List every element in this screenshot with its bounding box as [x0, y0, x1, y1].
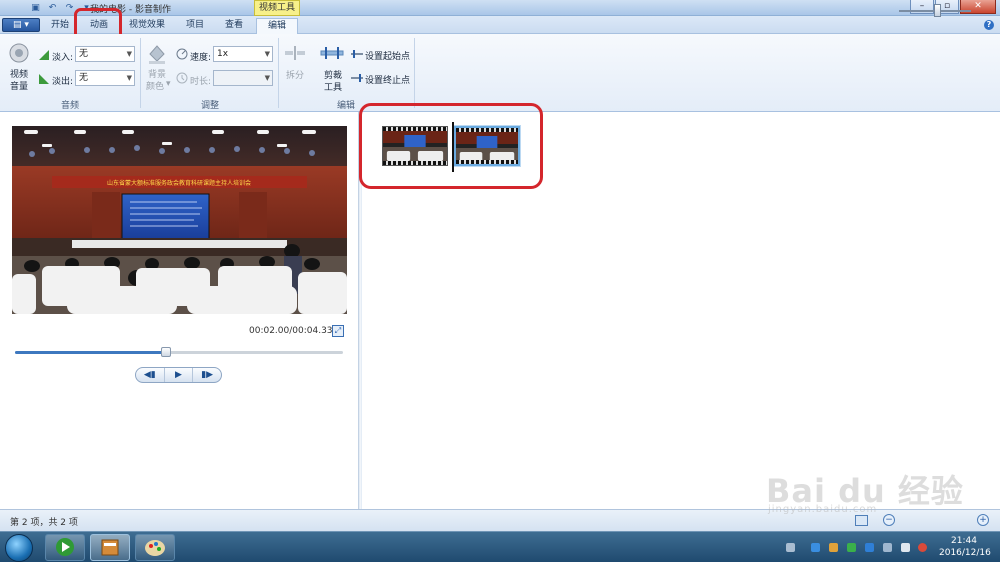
media-player-icon [56, 538, 74, 556]
banner-text: 山东省蒙大额标准服务政会教育科研课题主持人培训会 [107, 179, 251, 187]
fade-out-value: 无 [79, 73, 89, 83]
trim-tool-label-2[interactable]: 工具 [324, 80, 342, 93]
seek-progress [15, 351, 166, 354]
duration-label: 时长: [190, 77, 212, 87]
group-separator [140, 38, 141, 108]
undo-icon[interactable]: ↶ [47, 3, 58, 14]
fullscreen-icon[interactable]: ⤢ [332, 325, 344, 337]
tab-view[interactable]: 查看 [216, 18, 252, 34]
save-icon[interactable]: ▣ [30, 3, 41, 14]
paint-icon [145, 540, 165, 556]
tab-project[interactable]: 项目 [176, 18, 214, 34]
ribbon-tab-row: ▤ ▾ 开始 动画 视觉效果 项目 查看 编辑 ? [0, 16, 1000, 35]
clock-time: 21:44 [951, 536, 977, 546]
set-end-point-button[interactable]: 设置终止点 [365, 73, 410, 86]
taskbar: 21:44 2016/12/16 [0, 531, 1000, 562]
speed-select[interactable]: 1x ▼ [213, 46, 273, 62]
speed-icon [176, 48, 188, 60]
time-display: 00:02.00/00:04.33 [249, 326, 333, 336]
fade-in-value: 无 [79, 49, 89, 59]
bg-color-label-2[interactable]: 颜色 [146, 79, 164, 92]
play-button[interactable]: ▶ [165, 368, 194, 382]
chevron-down-icon: ▼ [126, 74, 132, 82]
chevron-down-icon: ▼ [126, 50, 132, 58]
chevron-down-icon: ▼ [264, 50, 270, 58]
duration-select[interactable]: ▼ [213, 70, 273, 86]
set-start-point-button[interactable]: 设置起始点 [365, 49, 410, 62]
fade-in-select[interactable]: 无 ▼ [75, 46, 135, 62]
split-icon [285, 46, 305, 60]
previous-frame-button[interactable]: ◀▮ [136, 368, 165, 382]
video-preview[interactable]: 山东省蒙大额标准服务政会教育科研课题主持人培训会 [12, 126, 347, 314]
fade-in-label: 淡入: [52, 53, 74, 63]
fade-out-select[interactable]: 无 ▼ [75, 70, 135, 86]
keyboard-icon[interactable] [786, 543, 795, 552]
security-icon[interactable] [847, 543, 856, 552]
video-volume-label-2[interactable]: 音量 [10, 79, 28, 92]
usb-icon[interactable] [883, 543, 892, 552]
trim-tool-icon [320, 47, 344, 59]
group-separator [414, 38, 415, 108]
group-separator [278, 38, 279, 108]
media-player-taskbar-button[interactable] [45, 534, 85, 561]
zoom-slider-thumb[interactable] [934, 4, 941, 17]
chevron-down-icon: ▼ [264, 74, 270, 82]
tab-visual-effects[interactable]: 视觉效果 [122, 18, 172, 34]
highlight-storyboard-clips [359, 103, 543, 189]
fade-out-icon [39, 74, 49, 84]
system-clock[interactable]: 21:44 2016/12/16 [939, 535, 991, 559]
next-frame-button[interactable]: ▮▶ [193, 368, 221, 382]
seek-bar[interactable] [15, 347, 343, 357]
preview-pane: 山东省蒙大额标准服务政会教育科研课题主持人培训会 00:02.00/00:04.… [0, 112, 358, 532]
help-icon[interactable]: ? [984, 20, 994, 30]
paint-taskbar-button[interactable] [135, 534, 175, 561]
watermark-sub: jingyan.baidu.com [768, 504, 878, 515]
chevron-down-icon: ▾ [166, 79, 171, 89]
paint-bucket-icon [149, 45, 165, 64]
item-count-text: 第 2 项，共 2 项 [10, 518, 78, 528]
fade-in-icon [39, 50, 49, 60]
tab-home[interactable]: 开始 [42, 18, 78, 34]
video-volume-icon [9, 43, 29, 63]
tab-edit[interactable]: 编辑 [256, 18, 298, 35]
ribbon: 视频 音量 淡入: 无 ▼ 淡出: 无 ▼ 音频 背景 颜色 ▾ 速度: 1x … [0, 34, 1000, 112]
fade-out-label: 淡出: [52, 77, 74, 87]
seek-thumb[interactable] [160, 347, 171, 357]
split-label[interactable]: 拆分 [286, 68, 304, 81]
speed-value: 1x [217, 49, 229, 59]
context-tab-title: 视频工具 [254, 0, 300, 16]
network-icon[interactable] [901, 543, 910, 552]
conference-hall-image: 山东省蒙大额标准服务政会教育科研课题主持人培训会 [12, 126, 347, 314]
app-menu-button[interactable]: ▤ ▾ [2, 18, 40, 32]
title-bar: ▣ ↶ ↷ ▾ 我的电影 - 影音制作 视频工具 – ▫ ✕ [0, 0, 1000, 16]
speed-label: 速度: [190, 53, 212, 63]
set-start-point-icon [351, 50, 363, 58]
movie-maker-taskbar-button[interactable] [90, 534, 130, 561]
start-button[interactable] [5, 534, 33, 562]
bluetooth-icon[interactable] [811, 543, 820, 552]
baidu-jingyan-watermark: Bai du 经验 jingyan.baidu.com [760, 452, 990, 518]
clock-date: 2016/12/16 [939, 548, 991, 558]
set-end-point-icon [351, 74, 363, 82]
antivirus-icon[interactable] [865, 543, 874, 552]
adjust-group-label: 调整 [200, 101, 219, 111]
shield-icon[interactable] [829, 543, 838, 552]
volume-icon[interactable] [918, 543, 927, 552]
duration-icon [176, 72, 188, 84]
movie-maker-icon [101, 539, 119, 556]
playback-controls: ◀▮ ▶ ▮▶ [135, 367, 222, 383]
audio-group-label: 音频 [60, 101, 79, 111]
